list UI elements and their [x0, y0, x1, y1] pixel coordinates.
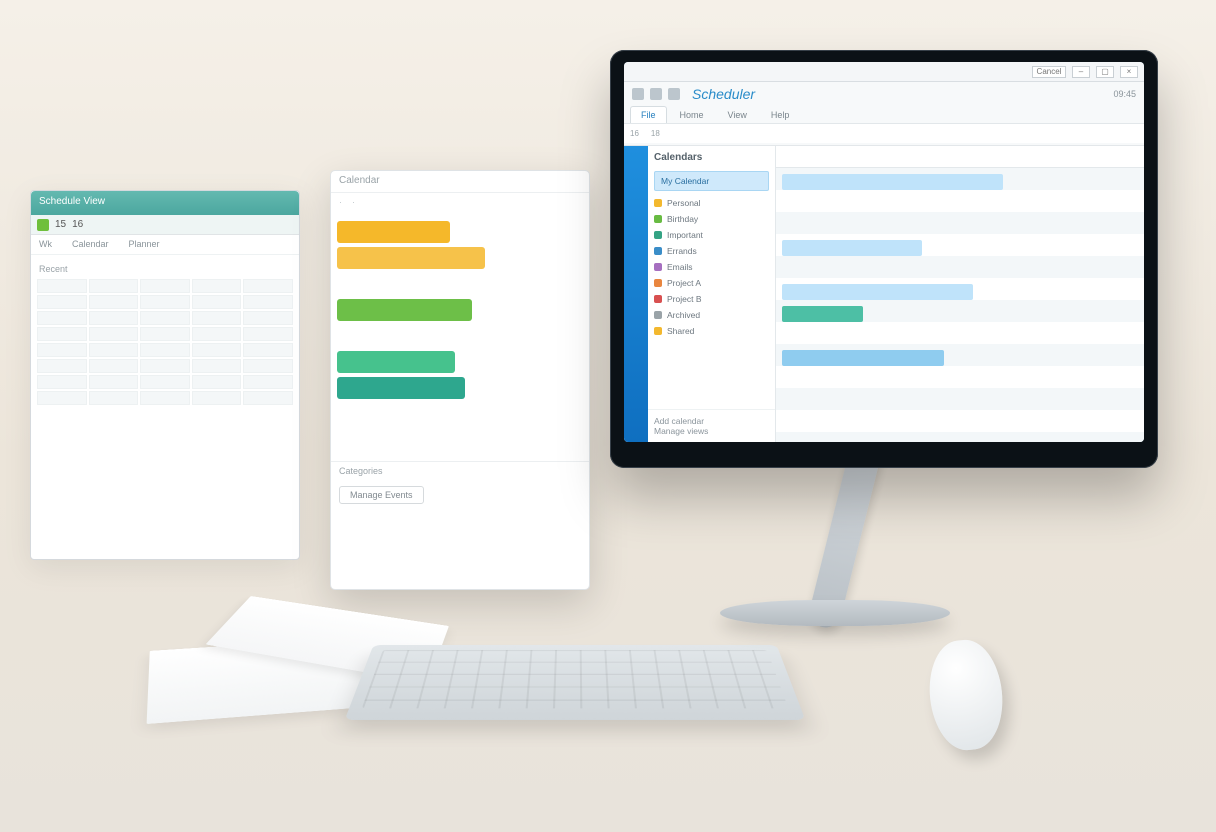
sidebar-item-0[interactable]: Personal — [648, 195, 775, 211]
tab-file[interactable]: File — [630, 106, 667, 123]
events-tab-1[interactable]: · — [339, 197, 342, 207]
sidebar: Calendars My Calendar Personal Birthday … — [648, 146, 776, 442]
section-label: Recent — [35, 261, 295, 277]
calendar-event-1[interactable] — [782, 174, 1003, 190]
sidebar-item-4[interactable]: Emails — [648, 259, 775, 275]
os-minimize-button[interactable]: – — [1072, 66, 1090, 78]
panel-tabs: Wk Calendar Planner — [31, 235, 299, 255]
event-block-teal[interactable] — [337, 377, 465, 399]
nav-rail[interactable] — [624, 146, 648, 442]
sidebar-item-label: Personal — [667, 198, 701, 208]
tab-view[interactable]: View — [717, 106, 758, 123]
tab-help[interactable]: Help — [760, 106, 801, 123]
ribbon-num-2: 18 — [651, 129, 660, 138]
sidebar-item-label: Project B — [667, 294, 702, 304]
panel-tab-calendar[interactable]: Calendar — [72, 239, 109, 250]
tab-home[interactable]: Home — [669, 106, 715, 123]
calendar-event-3[interactable] — [782, 284, 973, 300]
mouse — [924, 637, 1007, 754]
status-icon — [37, 219, 49, 231]
sidebar-item-2[interactable]: Important — [648, 227, 775, 243]
calendar-event-5[interactable] — [782, 350, 944, 366]
day-num-2[interactable]: 16 — [72, 219, 83, 230]
panel-tab-week[interactable]: Wk — [39, 239, 52, 250]
os-maximize-button[interactable]: ▢ — [1096, 66, 1114, 78]
calendar-column-header — [776, 146, 1144, 168]
ribbon-strip: 16 18 — [624, 123, 1144, 143]
os-button-cancel[interactable]: Cancel — [1032, 66, 1066, 78]
sidebar-item-3[interactable]: Errands — [648, 243, 775, 259]
quick-icon-1[interactable] — [632, 88, 644, 100]
events-footer-label: Categories — [331, 461, 589, 480]
ribbon-num-1: 16 — [630, 129, 639, 138]
event-block-yellow-2[interactable] — [337, 247, 485, 269]
events-tab-2[interactable]: · — [352, 197, 355, 207]
sidebar-item-label: Archived — [667, 310, 700, 320]
monitor: Cancel – ▢ × Scheduler 09:45 File Home V… — [610, 50, 1158, 468]
day-num-1[interactable]: 15 — [55, 219, 66, 230]
quick-icon-3[interactable] — [668, 88, 680, 100]
sidebar-item-label: Project A — [667, 278, 701, 288]
sidebar-item-6[interactable]: Project B — [648, 291, 775, 307]
floating-calendar-panel: Schedule View 15 16 Wk Calendar Planner … — [30, 190, 300, 560]
mini-grid — [35, 277, 295, 407]
calendar-event-2[interactable] — [782, 240, 922, 256]
dot-icon — [654, 263, 662, 271]
sidebar-item-7[interactable]: Archived — [648, 307, 775, 323]
floating-events-panel: Calendar · · Categories Manage Events — [330, 170, 590, 590]
dot-icon — [654, 231, 662, 239]
sidebar-item-label: Birthday — [667, 214, 698, 224]
dot-icon — [654, 279, 662, 287]
sidebar-item-label: Emails — [667, 262, 693, 272]
event-block-green[interactable] — [337, 299, 472, 321]
events-footer-button[interactable]: Manage Events — [339, 486, 424, 504]
sidebar-item-1[interactable]: Birthday — [648, 211, 775, 227]
monitor-base — [720, 600, 950, 626]
event-block-yellow-1[interactable] — [337, 221, 450, 243]
events-panel-tabs: · · — [331, 193, 589, 211]
sidebar-highlight[interactable]: My Calendar — [654, 171, 769, 191]
sidebar-footer-1[interactable]: Add calendar — [654, 416, 769, 426]
sidebar-item-label: Errands — [667, 246, 697, 256]
dot-icon — [654, 327, 662, 335]
events-panel-title: Calendar — [331, 171, 589, 193]
panel-toolbar: 15 16 — [31, 215, 299, 235]
dot-icon — [654, 247, 662, 255]
dot-icon — [654, 295, 662, 303]
dot-icon — [654, 199, 662, 207]
keyboard — [345, 645, 806, 720]
event-block-mint[interactable] — [337, 351, 455, 373]
sidebar-item-label: Important — [667, 230, 703, 240]
sidebar-item-label: Shared — [667, 326, 694, 336]
sidebar-footer-2[interactable]: Manage views — [654, 426, 769, 436]
panel-title: Schedule View — [31, 191, 299, 215]
calendar-event-4[interactable] — [782, 306, 863, 322]
header-clock: 09:45 — [1113, 89, 1136, 99]
os-titlebar: Cancel – ▢ × — [624, 62, 1144, 82]
quick-icon-2[interactable] — [650, 88, 662, 100]
app-body: Calendars My Calendar Personal Birthday … — [624, 146, 1144, 442]
calendar-grid[interactable] — [776, 146, 1144, 442]
dot-icon — [654, 311, 662, 319]
panel-tab-planner[interactable]: Planner — [129, 239, 160, 250]
app-chrome: Scheduler 09:45 File Home View Help 16 1… — [624, 82, 1144, 146]
sidebar-section-title: Calendars — [648, 146, 775, 167]
os-close-button[interactable]: × — [1120, 66, 1138, 78]
ribbon-tabs: File Home View Help — [624, 106, 1144, 123]
app-brand: Scheduler — [692, 86, 755, 102]
events-blocks — [331, 211, 589, 461]
sidebar-item-8[interactable]: Shared — [648, 323, 775, 339]
dot-icon — [654, 215, 662, 223]
sidebar-item-5[interactable]: Project A — [648, 275, 775, 291]
